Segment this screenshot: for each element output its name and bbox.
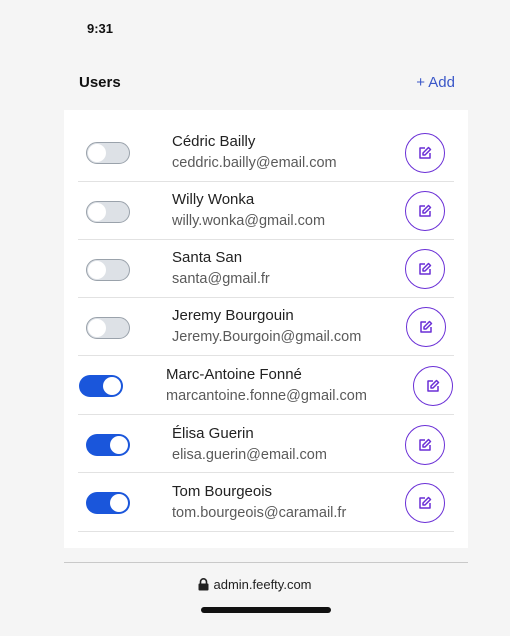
edit-user-button[interactable] — [405, 133, 445, 173]
user-name: Santa San — [172, 249, 243, 266]
user-enabled-toggle[interactable] — [86, 142, 130, 164]
edit-user-button[interactable] — [413, 366, 453, 406]
toggle-knob — [88, 319, 106, 337]
status-bar-time: 9:31 — [87, 21, 114, 36]
home-indicator[interactable] — [201, 607, 331, 613]
user-email: ceddric.bailly@email.com — [172, 155, 337, 171]
user-email: santa@gmail.fr — [172, 271, 270, 287]
user-name: Élisa Guerin — [172, 425, 254, 442]
user-row: Willy Wonka willy.wonka@gmail.com — [78, 182, 454, 240]
edit-icon — [419, 204, 432, 217]
user-enabled-toggle[interactable] — [86, 492, 130, 514]
edit-icon — [419, 146, 432, 159]
user-enabled-toggle[interactable] — [86, 201, 130, 223]
user-enabled-toggle[interactable] — [86, 259, 130, 281]
toggle-knob — [110, 494, 128, 512]
toggle-knob — [88, 144, 106, 162]
user-name: Marc-Antoine Fonné — [166, 366, 302, 383]
divider — [64, 562, 468, 563]
user-email: marcantoine.fonne@gmail.com — [166, 388, 367, 404]
browser-url: admin.feefty.com — [213, 577, 312, 592]
user-row: Élisa Guerin elisa.guerin@email.com — [78, 415, 454, 473]
edit-icon — [427, 379, 440, 392]
user-enabled-toggle[interactable] — [79, 375, 123, 397]
lock-icon — [198, 578, 209, 591]
user-row: Marc-Antoine Fonné marcantoine.fonne@gma… — [78, 357, 454, 415]
user-row: Tom Bourgeois tom.bourgeois@caramail.fr — [78, 474, 454, 532]
page-title: Users — [79, 74, 121, 91]
edit-icon — [419, 496, 432, 509]
user-email: elisa.guerin@email.com — [172, 447, 327, 463]
toggle-knob — [103, 377, 121, 395]
user-email: Jeremy.Bourgoin@gmail.com — [172, 329, 362, 345]
toggle-knob — [88, 261, 106, 279]
user-name: Jeremy Bourgouin — [172, 307, 294, 324]
user-name: Willy Wonka — [172, 191, 255, 208]
user-row: Cédric Bailly ceddric.bailly@email.com — [78, 124, 454, 182]
add-user-button[interactable]: + Add — [416, 74, 455, 91]
user-row: Santa San santa@gmail.fr — [78, 240, 454, 298]
edit-user-button[interactable] — [405, 425, 445, 465]
users-card: Cédric Bailly ceddric.bailly@email.com W… — [64, 110, 468, 548]
edit-icon — [420, 320, 433, 333]
user-email: willy.wonka@gmail.com — [172, 213, 326, 229]
edit-icon — [419, 438, 432, 451]
user-name: Tom Bourgeois — [172, 483, 273, 500]
toggle-knob — [110, 436, 128, 454]
edit-icon — [419, 262, 432, 275]
edit-user-button[interactable] — [406, 307, 446, 347]
user-name: Cédric Bailly — [172, 133, 256, 150]
edit-user-button[interactable] — [405, 249, 445, 289]
user-email: tom.bourgeois@caramail.fr — [172, 505, 347, 521]
users-header: Users + Add — [79, 74, 455, 91]
toggle-knob — [88, 203, 106, 221]
user-enabled-toggle[interactable] — [86, 434, 130, 456]
edit-user-button[interactable] — [405, 483, 445, 523]
browser-url-bar[interactable]: admin.feefty.com — [0, 577, 510, 592]
user-row: Jeremy Bourgouin Jeremy.Bourgoin@gmail.c… — [78, 298, 454, 356]
user-enabled-toggle[interactable] — [86, 317, 130, 339]
edit-user-button[interactable] — [405, 191, 445, 231]
